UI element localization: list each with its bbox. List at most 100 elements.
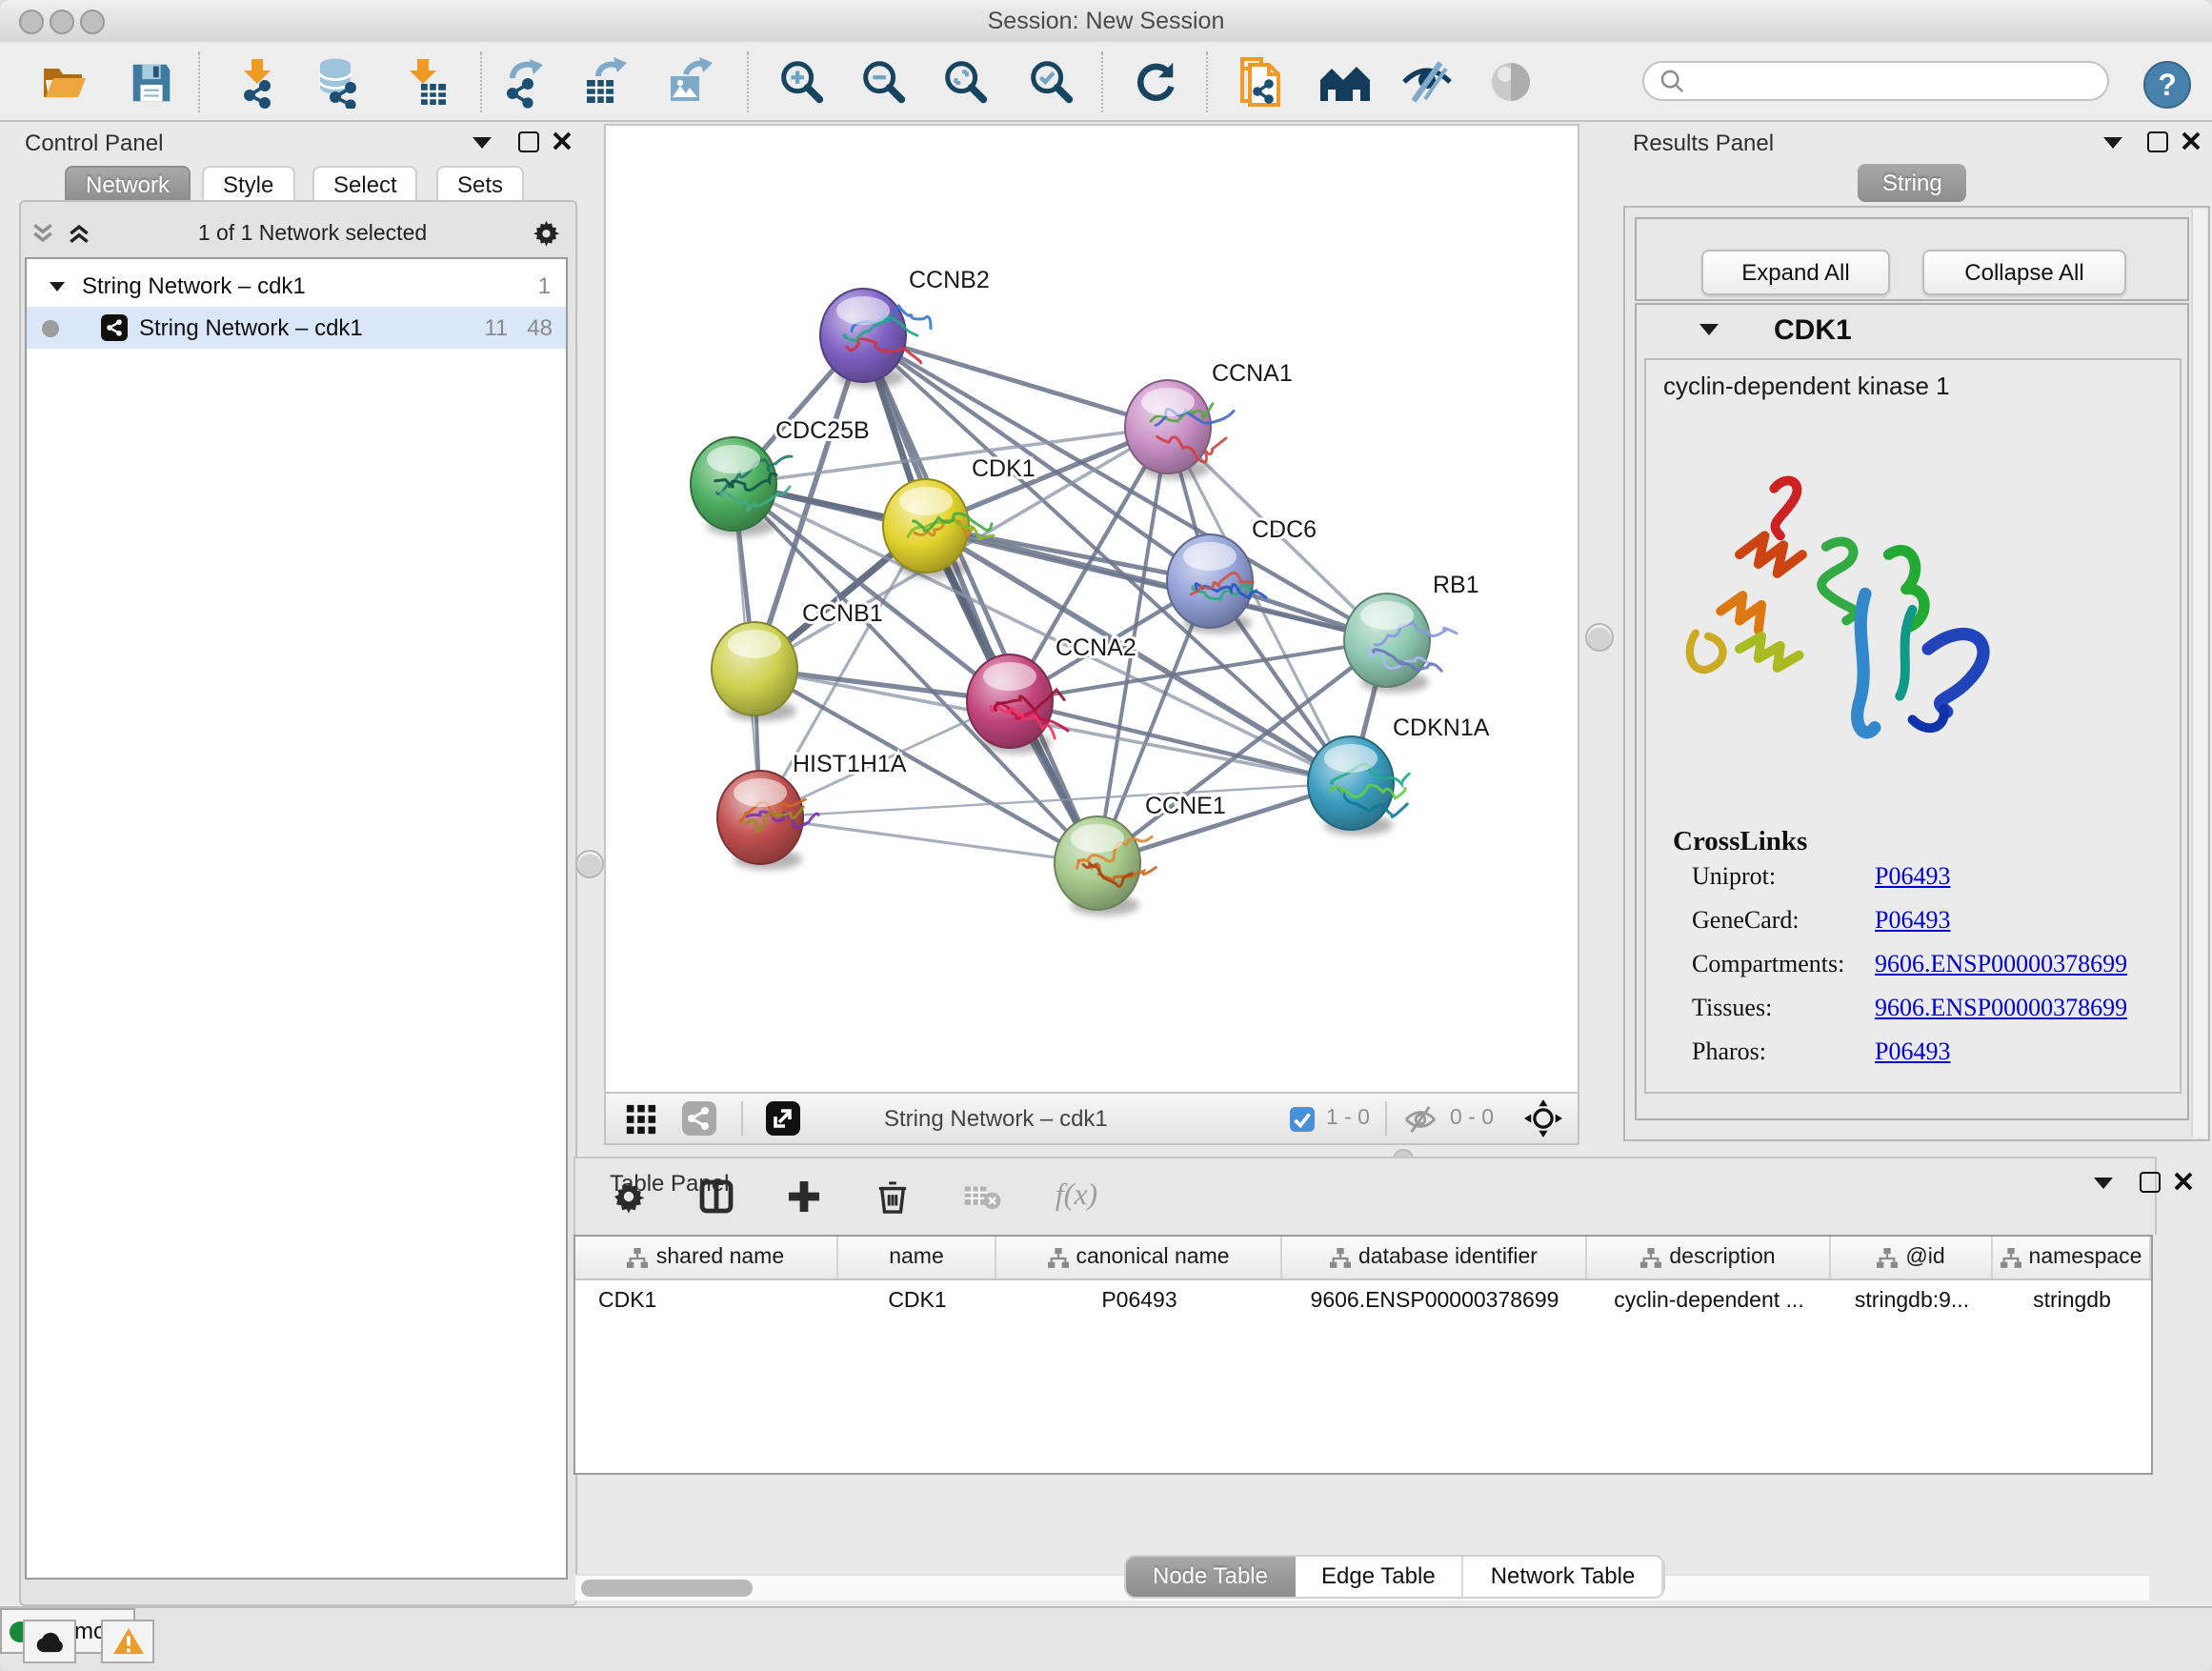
grid-view-icon[interactable]	[625, 1102, 657, 1135]
network-node-ccnb2[interactable]: CCNB2	[820, 267, 990, 388]
table-cell[interactable]: CDK1	[575, 1280, 838, 1322]
warnings-button[interactable]	[101, 1620, 154, 1663]
node-table[interactable]: shared namenamecanonical namedatabase id…	[573, 1235, 2153, 1475]
network-edge[interactable]	[863, 335, 1168, 427]
birdseye-icon[interactable]	[1524, 1099, 1562, 1137]
node-label: CDKN1A	[1393, 715, 1490, 741]
expand-all-button[interactable]: Expand All	[1701, 250, 1890, 295]
table-cell[interactable]: CDK1	[838, 1280, 996, 1322]
network-row[interactable]: String Network – cdk1 11 48	[27, 307, 566, 349]
crosslink-link[interactable]: P06493	[1875, 861, 1950, 892]
tab-network[interactable]: Network	[65, 166, 191, 202]
column-header-canonical-name[interactable]: canonical name	[996, 1237, 1282, 1278]
column-header-description[interactable]: description	[1587, 1237, 1831, 1278]
network-node-rb1[interactable]: RB1	[1344, 572, 1479, 693]
node-label: HIST1H1A	[793, 751, 907, 777]
collection-expand-icon[interactable]	[50, 281, 65, 291]
eye-slash-icon	[1398, 57, 1456, 107]
zoom-out-button[interactable]	[854, 53, 911, 111]
column-header-shared-name[interactable]: shared name	[575, 1237, 838, 1278]
table-panel-maximize-icon[interactable]	[2140, 1172, 2161, 1193]
export-network-button[interactable]	[495, 53, 553, 111]
control-panel-maximize-icon[interactable]	[518, 131, 539, 152]
network-selection-status: 1 of 1 Network selected	[91, 222, 533, 245]
network-view-icon[interactable]	[682, 1101, 716, 1136]
results-panel-close-icon[interactable]	[2182, 131, 2201, 151]
collapse-all-button[interactable]: Collapse All	[1922, 250, 2126, 295]
refresh-button[interactable]	[1126, 53, 1183, 111]
hide-selected-button[interactable]	[1398, 53, 1456, 111]
import-network-from-database-button[interactable]	[311, 53, 368, 111]
delete-column-button[interactable]	[869, 1174, 915, 1219]
zoom-selected-button[interactable]	[1021, 53, 1078, 111]
network-collection-row[interactable]: String Network – cdk1 1	[27, 265, 566, 307]
left-splitter-handle[interactable]	[575, 850, 604, 878]
network-edges[interactable]	[734, 335, 1387, 863]
network-node-cdkn1a[interactable]: CDKN1A	[1308, 715, 1490, 836]
results-panel-float-icon[interactable]	[2103, 137, 2122, 149]
table-cell[interactable]: P06493	[996, 1280, 1282, 1322]
network-graph[interactable]: CCNB2CCNA1CDC25BCDK1CDC6RB1CCNB1CCNA2CDK…	[606, 126, 1578, 1092]
detach-view-icon[interactable]	[766, 1101, 800, 1136]
right-splitter-handle[interactable]	[1585, 623, 1614, 652]
results-scrollbar[interactable]	[2191, 210, 2206, 1137]
table-panel-close-icon[interactable]	[2174, 1172, 2193, 1191]
function-builder-button[interactable]: f(x)	[1044, 1174, 1109, 1219]
clear-table-button[interactable]	[960, 1174, 1006, 1219]
table-cell[interactable]: stringdb:9...	[1831, 1280, 1993, 1322]
network-node-ccna1[interactable]: CCNA1	[1125, 360, 1293, 479]
tab-string[interactable]: String	[1858, 164, 1967, 202]
search-box[interactable]	[1642, 61, 2109, 101]
network-edge[interactable]	[863, 335, 1097, 863]
table-row[interactable]: CDK1CDK1P064939606.ENSP00000378699cyclin…	[575, 1280, 2151, 1322]
table-cell[interactable]: cyclin-dependent ...	[1587, 1280, 1831, 1322]
help-button[interactable]: ?	[2143, 61, 2191, 109]
open-in-string-button[interactable]	[1231, 53, 1288, 111]
network-list-header: 1 of 1 Network selected	[30, 213, 562, 253]
import-table-from-file-button[interactable]	[396, 53, 453, 111]
column-header-database-identifier[interactable]: database identifier	[1282, 1237, 1587, 1278]
table-panel-float-icon[interactable]	[2094, 1178, 2113, 1189]
tab-edge-table[interactable]: Edge Table	[1295, 1557, 1464, 1597]
network-node-ccne1[interactable]: CCNE1	[1055, 793, 1226, 916]
zoom-fit-button[interactable]	[935, 53, 993, 111]
column-header--id[interactable]: @id	[1831, 1237, 1993, 1278]
network-edge[interactable]	[760, 817, 1097, 863]
tab-select[interactable]: Select	[312, 166, 418, 202]
column-header-namespace[interactable]: namespace	[1993, 1237, 2151, 1278]
table-cell[interactable]: stringdb	[1993, 1280, 2151, 1322]
crosslink-link[interactable]: 9606.ENSP00000378699	[1875, 949, 2127, 979]
selected-checkbox-icon[interactable]	[1290, 1106, 1315, 1131]
import-network-from-file-button[interactable]	[229, 53, 286, 111]
export-image-button[interactable]	[661, 53, 718, 111]
zoom-in-button[interactable]	[772, 53, 829, 111]
crosslink-link[interactable]: 9606.ENSP00000378699	[1875, 993, 2127, 1023]
tab-style[interactable]: Style	[202, 166, 294, 202]
export-table-button[interactable]	[577, 53, 634, 111]
search-input[interactable]	[1694, 68, 2092, 94]
open-file-button[interactable]	[36, 53, 93, 111]
entry-collapse-icon[interactable]	[1699, 324, 1719, 335]
results-panel-maximize-icon[interactable]	[2147, 131, 2168, 152]
string-home-button[interactable]	[1317, 53, 1374, 111]
expand-all-icon[interactable]	[67, 221, 91, 246]
gear-icon[interactable]	[533, 219, 562, 248]
network-canvas[interactable]: CCNB2CCNA1CDC25BCDK1CDC6RB1CCNB1CCNA2CDK…	[604, 124, 1579, 1094]
network-node-ccnb1[interactable]: CCNB1	[712, 600, 883, 721]
tab-sets[interactable]: Sets	[436, 166, 524, 202]
table-cell[interactable]: 9606.ENSP00000378699	[1282, 1280, 1587, 1322]
control-panel-close-icon[interactable]	[553, 131, 572, 151]
column-header-name[interactable]: name	[838, 1237, 996, 1278]
network-label: String Network – cdk1	[139, 314, 363, 341]
tab-node-table[interactable]: Node Table	[1126, 1557, 1295, 1597]
crosslink-link[interactable]: P06493	[1875, 1037, 1950, 1067]
control-panel-float-icon[interactable]	[473, 137, 492, 149]
save-session-button[interactable]	[122, 53, 179, 111]
collapse-all-icon[interactable]	[30, 221, 55, 246]
cloud-button[interactable]	[23, 1620, 76, 1663]
add-column-button[interactable]	[781, 1174, 827, 1219]
show-all-button[interactable]	[1482, 53, 1539, 111]
crosslink-link[interactable]: P06493	[1875, 905, 1950, 936]
control-panel: Control Panel NetworkStyleSelectSets 1 o…	[11, 124, 573, 1602]
tab-network-table[interactable]: Network Table	[1464, 1557, 1664, 1597]
